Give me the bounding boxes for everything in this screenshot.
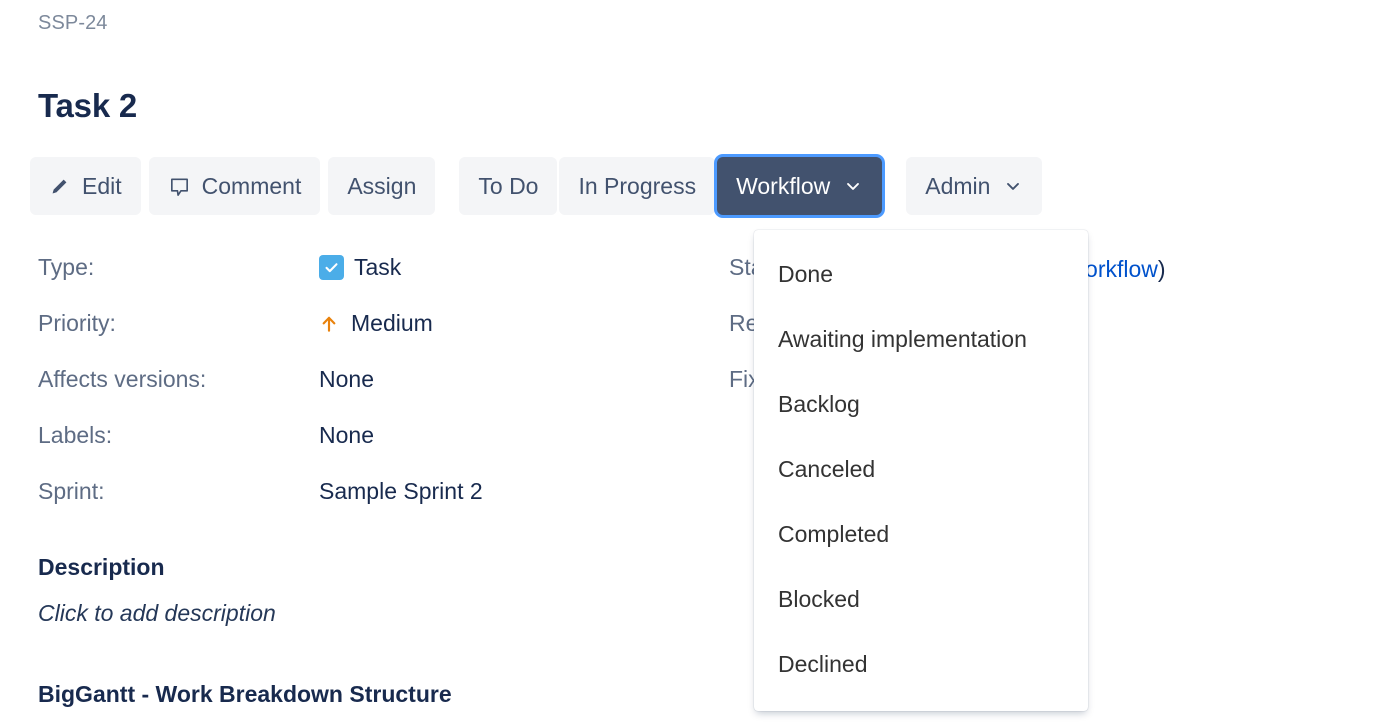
field-value-labels: None: [319, 422, 374, 448]
biggantt-wbs-heading: BigGantt - Work Breakdown Structure: [38, 681, 452, 707]
field-label-sprint: Sprint:: [38, 478, 105, 504]
workflow-button-label: Workflow: [736, 172, 831, 199]
field-value-affects-versions: None: [319, 366, 374, 392]
field-label-type: Type:: [38, 254, 95, 280]
field-label-labels: Labels:: [38, 422, 113, 448]
edit-button[interactable]: Edit: [30, 157, 141, 215]
field-label-priority: Priority:: [38, 310, 116, 336]
admin-button-label: Admin: [925, 172, 991, 199]
issue-action-toolbar: Edit Comment Assign To Do In Progress Wo…: [30, 157, 1050, 215]
transition-in-progress-button[interactable]: In Progress: [559, 157, 716, 215]
workflow-menu-item-awaiting-implementation[interactable]: Awaiting implementation: [754, 307, 1088, 372]
field-value-type: Task: [319, 254, 729, 281]
field-value-sprint: Sample Sprint 2: [319, 478, 483, 504]
comment-button-label: Comment: [201, 172, 302, 199]
field-row-type: Type: Task Status: To Do (View workflow): [38, 254, 1358, 310]
transition-to-do-label: To Do: [478, 172, 539, 199]
transition-to-do-button[interactable]: To Do: [459, 157, 558, 215]
chevron-down-icon: [1003, 176, 1023, 196]
description-heading: Description: [38, 554, 165, 580]
field-value-priority: Medium: [319, 310, 729, 337]
field-value-type-text: Task: [354, 254, 402, 280]
comment-button[interactable]: Comment: [148, 157, 321, 215]
workflow-menu-item-blocked[interactable]: Blocked: [754, 567, 1088, 632]
assign-button[interactable]: Assign: [328, 157, 436, 215]
speech-bubble-icon: [168, 175, 191, 198]
priority-medium-arrow-icon: [319, 313, 341, 335]
workflow-menu-item-canceled[interactable]: Canceled: [754, 437, 1088, 502]
task-checkbox-icon: [319, 255, 344, 280]
field-row-sprint: Sprint: Sample Sprint 2: [38, 478, 1358, 534]
workflow-dropdown-button[interactable]: Workflow: [717, 157, 883, 215]
transition-in-progress-label: In Progress: [578, 172, 697, 199]
workflow-menu-item-declined[interactable]: Declined: [754, 632, 1088, 697]
issue-detail-page: SSP-24 Task 2 Edit Comment Assign To Do …: [0, 0, 1374, 722]
edit-button-label: Edit: [82, 172, 122, 199]
workflow-dropdown-menu: Done Awaiting implementation Backlog Can…: [754, 230, 1088, 711]
issue-field-list: Type: Task Status: To Do (View workflow)…: [38, 254, 1358, 534]
field-value-priority-text: Medium: [351, 310, 433, 336]
field-row-affects-versions: Affects versions: None Fix versions: Non…: [38, 366, 1358, 422]
field-label-affects-versions: Affects versions:: [38, 366, 207, 392]
issue-key-breadcrumb[interactable]: SSP-24: [38, 12, 108, 35]
field-row-labels: Labels: None: [38, 422, 1358, 478]
field-row-priority: Priority: Medium Resolution: Unresolved: [38, 310, 1358, 366]
workflow-menu-item-done[interactable]: Done: [754, 242, 1088, 307]
pencil-icon: [49, 175, 71, 197]
chevron-down-icon: [843, 176, 863, 196]
workflow-menu-item-backlog[interactable]: Backlog: [754, 372, 1088, 437]
workflow-menu-item-completed[interactable]: Completed: [754, 502, 1088, 567]
description-placeholder[interactable]: Click to add description: [38, 600, 276, 627]
assign-button-label: Assign: [347, 172, 417, 199]
admin-dropdown-button[interactable]: Admin: [906, 157, 1043, 215]
page-title: Task 2: [38, 87, 138, 125]
